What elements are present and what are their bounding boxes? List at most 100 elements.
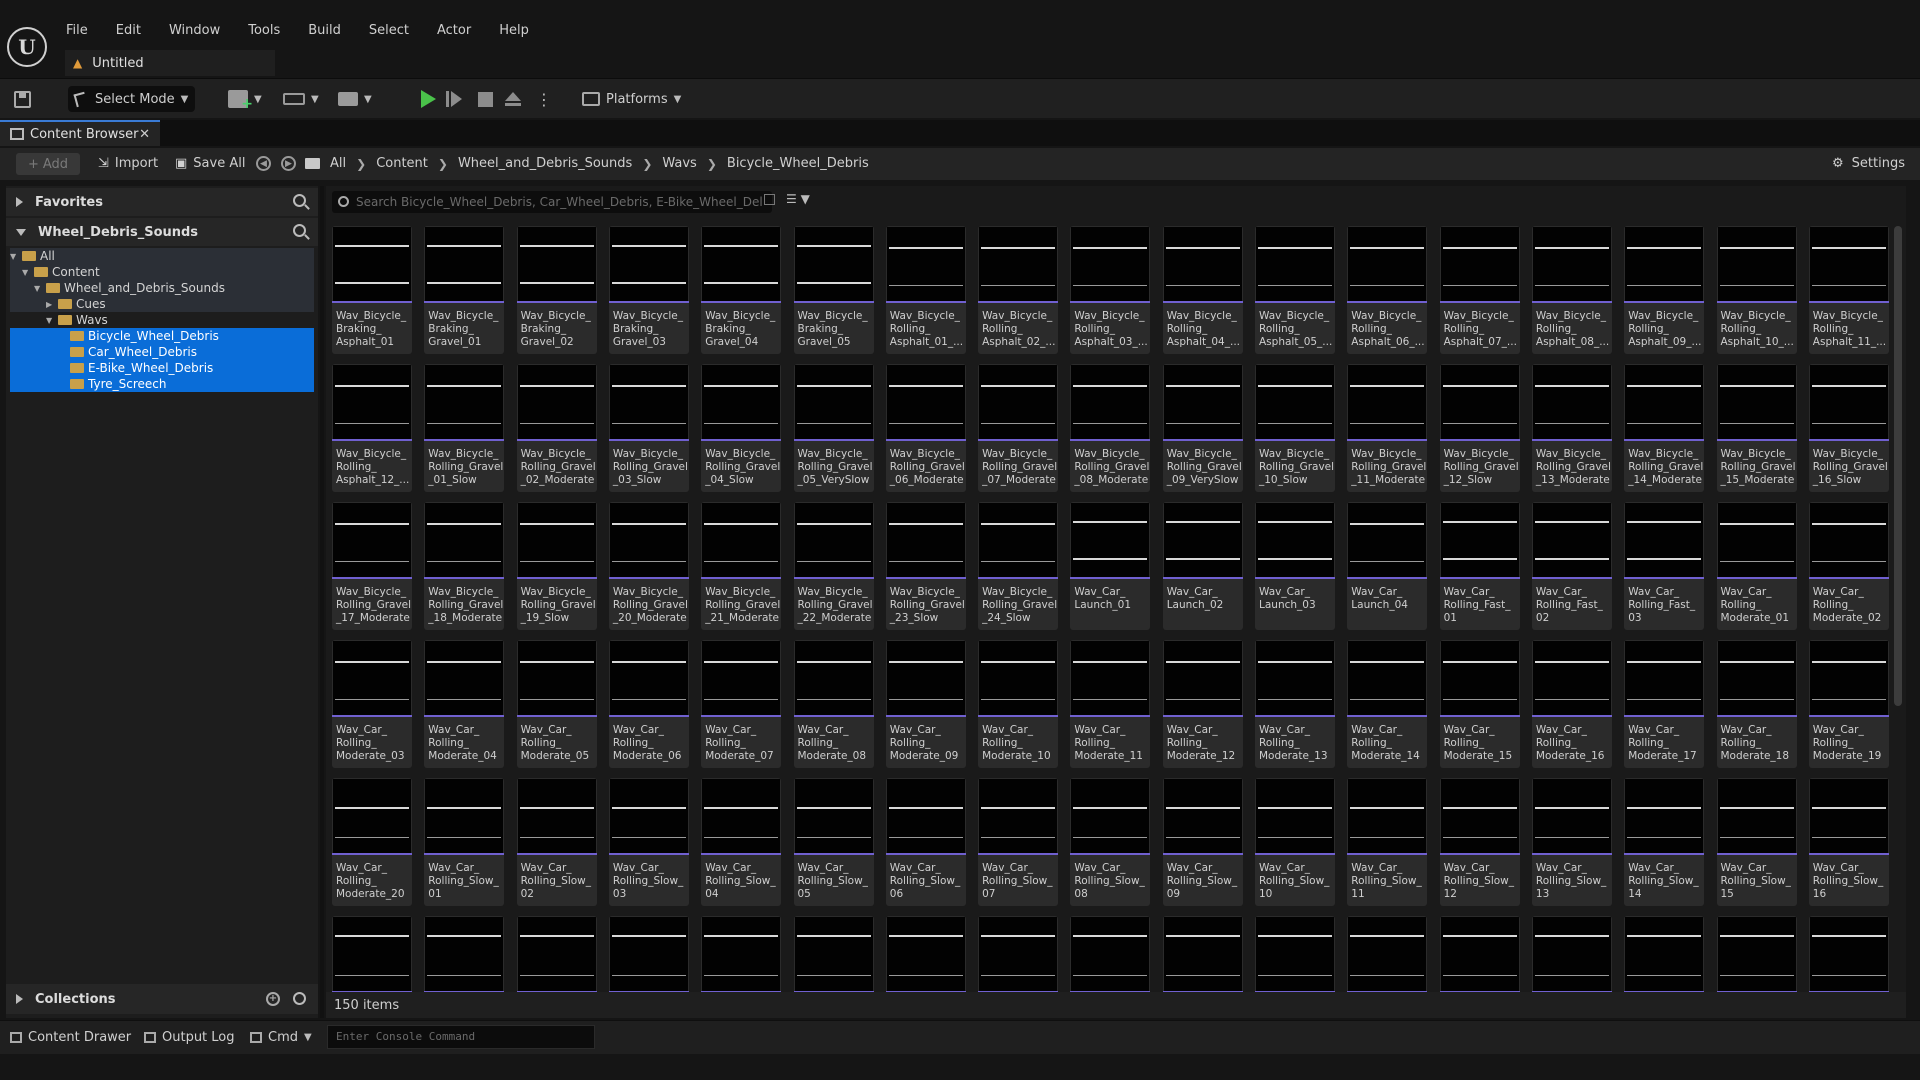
asset-tile[interactable]: Wav_Bicycle_ Rolling_ Asphalt_06_... — [1347, 226, 1428, 354]
breadcrumb-separator-icon[interactable]: ❯ — [642, 157, 652, 171]
asset-tile[interactable]: Wav_Car_ Rolling_ Moderate_10 — [978, 640, 1059, 768]
asset-tile[interactable]: Wav_Car_ Rolling_Slow_ 10 — [1255, 778, 1335, 906]
tree-folder-content[interactable]: ▼ Content — [10, 264, 314, 280]
asset-tile[interactable]: Wav_Bicycle_ Rolling_Gravel _10_Slow — [1255, 364, 1335, 492]
asset-tile[interactable]: Wav_Bicycle_ Rolling_Gravel _23_Slow — [885, 502, 966, 630]
asset-tile[interactable]: Wav_Car_ Rolling_ Moderate_07 — [701, 640, 782, 768]
asset-tile[interactable]: Wav_Car_ Rolling_ Moderate_05 — [516, 640, 597, 768]
asset-tile[interactable]: Wav_Car_ Rolling_ Moderate_14 — [1347, 640, 1428, 768]
asset-tile[interactable] — [1070, 916, 1151, 992]
asset-tile[interactable]: Wav_Car_ Rolling_Slow_ 06 — [885, 778, 966, 906]
asset-tile[interactable]: Wav_Bicycle_ Braking_ Gravel_02 — [516, 226, 597, 354]
asset-tile[interactable]: Wav_Bicycle_ Rolling_Gravel _22_Moderate — [793, 502, 874, 630]
menu-file[interactable]: File — [66, 22, 88, 40]
asset-tile[interactable]: Wav_Bicycle_ Rolling_Gravel _24_Slow — [978, 502, 1059, 630]
asset-tile[interactable]: Wav_Bicycle_ Rolling_ Asphalt_10_... — [1716, 226, 1797, 354]
panel-splitter[interactable] — [320, 186, 324, 1018]
collapse-arrow-icon[interactable]: ▼ — [34, 284, 42, 293]
asset-tile[interactable]: Wav_Car_ Rolling_ Moderate_13 — [1255, 640, 1335, 768]
collections-header[interactable]: Collections + — [6, 984, 318, 1014]
asset-tile[interactable]: Wav_Car_ Launch_02 — [1162, 502, 1243, 630]
breadcrumb-all[interactable]: All — [330, 156, 346, 171]
asset-tile[interactable]: Wav_Bicycle_ Rolling_Gravel _04_Slow — [701, 364, 782, 492]
tree-folder-e-bike-wheel-debris[interactable]: E-Bike_Wheel_Debris — [10, 360, 314, 376]
search-icon[interactable] — [293, 224, 306, 237]
asset-tile[interactable]: Wav_Bicycle_ Rolling_Gravel _13_Moderate — [1531, 364, 1612, 492]
asset-tile[interactable] — [978, 916, 1059, 992]
content-browser-tab[interactable]: Content Browser ✕ — [0, 120, 160, 146]
search-icon[interactable] — [293, 992, 306, 1005]
asset-tile[interactable]: Wav_Car_ Rolling_Slow_ 05 — [793, 778, 874, 906]
back-icon[interactable]: ◀ — [256, 156, 271, 171]
search-icon[interactable] — [293, 194, 306, 207]
asset-tile[interactable]: Wav_Car_ Rolling_Slow_ 07 — [978, 778, 1059, 906]
menu-help[interactable]: Help — [499, 22, 529, 40]
asset-tile[interactable]: Wav_Car_ Rolling_Fast_ 01 — [1439, 502, 1520, 630]
asset-tile[interactable]: Wav_Bicycle_ Rolling_Gravel _14_Moderate — [1624, 364, 1705, 492]
breadcrumb-wheel-and-debris-sounds[interactable]: Wheel_and_Debris_Sounds — [458, 156, 632, 171]
tree-folder-cues[interactable]: ▶ Cues — [10, 296, 314, 312]
asset-tile[interactable]: Wav_Car_ Rolling_Slow_ 11 — [1347, 778, 1428, 906]
console-command-input[interactable]: Enter Console Command — [327, 1025, 595, 1049]
asset-tile[interactable]: Wav_Car_ Rolling_ Moderate_19 — [1808, 640, 1889, 768]
unreal-logo-icon[interactable]: U — [7, 27, 47, 67]
asset-tile[interactable]: Wav_Bicycle_ Rolling_Gravel _20_Moderate — [608, 502, 689, 630]
menu-select[interactable]: Select — [369, 22, 409, 40]
asset-tile[interactable]: Wav_Car_ Launch_04 — [1347, 502, 1428, 630]
asset-tile[interactable]: Wav_Car_ Rolling_Slow_ 14 — [1624, 778, 1705, 906]
asset-tile[interactable]: Wav_Bicycle_ Rolling_ Asphalt_04_... — [1162, 226, 1243, 354]
asset-tile[interactable]: Wav_Bicycle_ Rolling_Gravel _19_Slow — [516, 502, 597, 630]
asset-tile[interactable] — [516, 916, 597, 992]
tree-folder-wavs[interactable]: ▼ Wavs — [10, 312, 314, 328]
asset-tile[interactable] — [1808, 916, 1889, 992]
asset-tile[interactable]: Wav_Bicycle_ Rolling_Gravel _02_Moderate — [516, 364, 597, 492]
asset-tile[interactable] — [1255, 916, 1335, 992]
asset-tile[interactable]: Wav_Bicycle_ Rolling_ Asphalt_02_... — [978, 226, 1059, 354]
breadcrumb-bicycle-wheel-debris[interactable]: Bicycle_Wheel_Debris — [727, 156, 869, 171]
asset-tile[interactable]: Wav_Car_ Rolling_Fast_ 03 — [1624, 502, 1705, 630]
asset-tile[interactable]: Wav_Car_ Rolling_ Moderate_04 — [424, 640, 505, 768]
eject-button[interactable] — [502, 86, 524, 112]
filter-dropdown[interactable]: ☰ ▼ — [786, 192, 810, 206]
play-options-button[interactable]: ⋮ — [536, 86, 552, 112]
asset-tile[interactable]: Wav_Bicycle_ Rolling_ Asphalt_03_... — [1070, 226, 1151, 354]
cinematics-button[interactable]: ▼ — [338, 86, 378, 112]
asset-tile[interactable]: Wav_Car_ Rolling_ Moderate_02 — [1808, 502, 1889, 630]
asset-tile[interactable]: Wav_Bicycle_ Rolling_Gravel _01_Slow — [424, 364, 505, 492]
cmd-dropdown[interactable]: Cmd ▼ — [250, 1030, 312, 1045]
asset-tile[interactable]: Wav_Bicycle_ Braking_ Gravel_01 — [424, 226, 505, 354]
play-button[interactable] — [417, 86, 439, 112]
asset-tile[interactable]: Wav_Bicycle_ Braking_ Gravel_03 — [608, 226, 689, 354]
asset-tile[interactable] — [701, 916, 782, 992]
breadcrumb-content[interactable]: Content — [376, 156, 428, 171]
import-button[interactable]: ⇲ Import — [98, 156, 158, 171]
level-tab[interactable]: ▲ Untitled — [65, 50, 275, 76]
tree-folder-car-wheel-debris[interactable]: Car_Wheel_Debris — [10, 344, 314, 360]
asset-tile[interactable]: Wav_Car_ Rolling_Slow_ 15 — [1716, 778, 1797, 906]
tree-folder-all[interactable]: ▼ All — [10, 248, 314, 264]
asset-tile[interactable]: Wav_Car_ Rolling_Slow_ 13 — [1531, 778, 1612, 906]
asset-tile[interactable] — [1624, 916, 1705, 992]
tree-folder-bicycle-wheel-debris[interactable]: Bicycle_Wheel_Debris — [10, 328, 314, 344]
asset-view-scrollbar[interactable] — [1894, 226, 1902, 706]
asset-tile[interactable]: Wav_Car_ Rolling_Slow_ 12 — [1439, 778, 1520, 906]
asset-tile[interactable]: Wav_Bicycle_ Rolling_ Asphalt_05_... — [1255, 226, 1335, 354]
asset-tile[interactable]: Wav_Bicycle_ Rolling_Gravel _17_Moderate — [332, 502, 412, 630]
asset-tile[interactable]: Wav_Bicycle_ Braking_ Asphalt_01 — [332, 226, 412, 354]
collapse-arrow-icon[interactable]: ▼ — [46, 316, 54, 325]
close-icon[interactable]: ✕ — [139, 127, 150, 142]
asset-tile[interactable] — [1162, 916, 1243, 992]
settings-button[interactable]: ⚙ Settings — [1832, 156, 1905, 171]
save-all-button[interactable]: ▣ Save All — [175, 156, 245, 171]
blueprints-button[interactable]: ▼ — [283, 86, 323, 112]
advance-frame-button[interactable] — [446, 86, 466, 112]
sources-header[interactable]: Wheel_Debris_Sounds — [6, 218, 318, 246]
add-button[interactable]: + Add — [16, 153, 80, 175]
save-search-icon[interactable] — [764, 194, 775, 205]
breadcrumb-separator-icon[interactable]: ❯ — [356, 157, 366, 171]
asset-tile[interactable]: Wav_Bicycle_ Rolling_Gravel _12_Slow — [1439, 364, 1520, 492]
asset-search-input[interactable]: Search Bicycle_Wheel_Debris, Car_Wheel_D… — [332, 191, 772, 213]
asset-tile[interactable]: Wav_Car_ Rolling_ Moderate_16 — [1531, 640, 1612, 768]
asset-tile[interactable]: Wav_Car_ Rolling_Slow_ 02 — [516, 778, 597, 906]
asset-tile[interactable]: Wav_Car_ Rolling_Slow_ 04 — [701, 778, 782, 906]
